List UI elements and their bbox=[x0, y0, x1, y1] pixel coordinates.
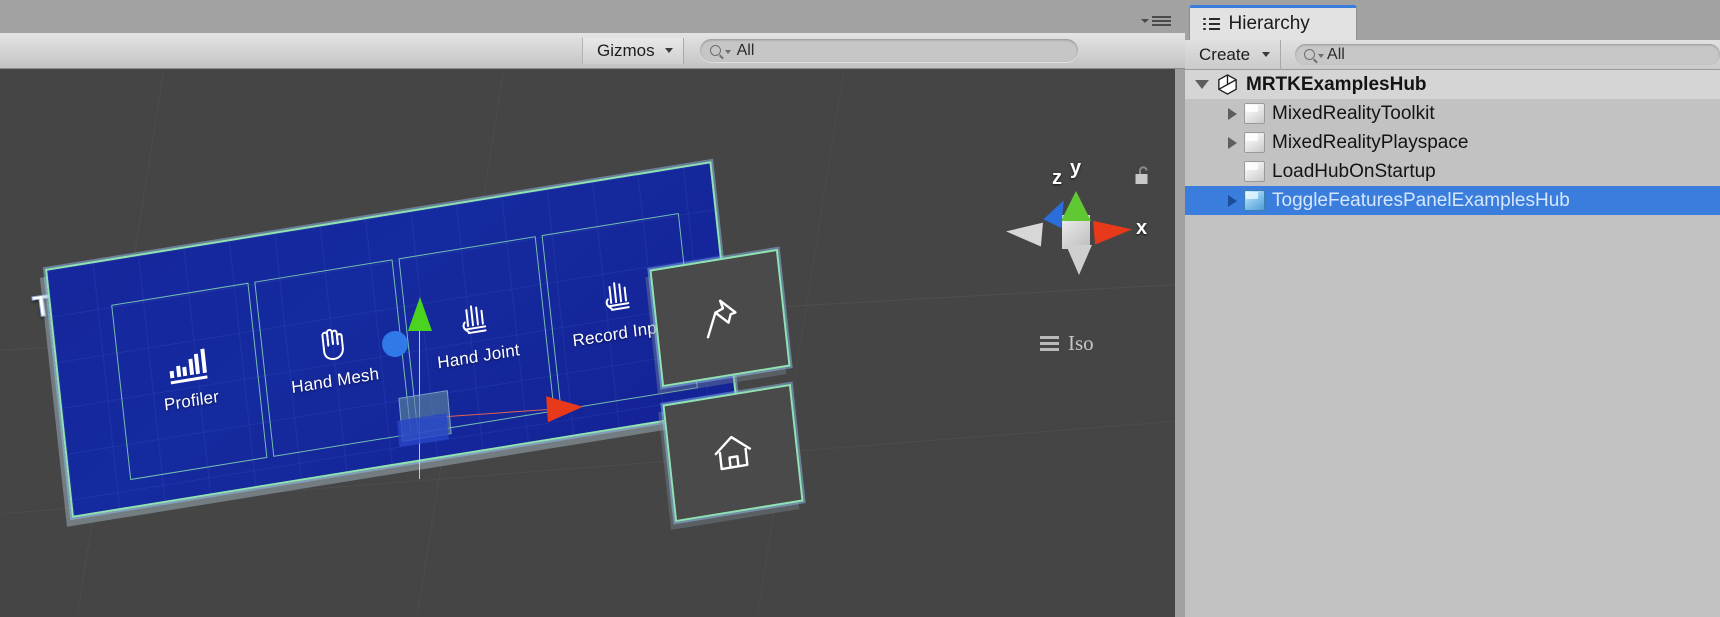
gizmo-axis-x-cone[interactable] bbox=[1093, 217, 1133, 245]
gizmo-x-handle[interactable] bbox=[546, 393, 584, 423]
gizmo-axis-neg-y-cone[interactable] bbox=[1066, 245, 1092, 275]
unity-scene-icon bbox=[1216, 73, 1239, 96]
scene-panel-top-strip bbox=[0, 0, 1185, 33]
axis-label-z[interactable]: z bbox=[1052, 167, 1062, 190]
prefab-cube-icon bbox=[1244, 190, 1265, 211]
hand-joints-icon bbox=[455, 300, 494, 340]
gameobject-cube-icon bbox=[1244, 132, 1265, 153]
projection-label: Iso bbox=[1068, 331, 1094, 355]
hand-joint-button-label: Hand Joint bbox=[436, 340, 521, 373]
home-icon bbox=[714, 435, 752, 471]
list-icon bbox=[1203, 17, 1220, 31]
scene-lock-toggle[interactable] bbox=[1135, 165, 1153, 187]
tab-hierarchy-label: Hierarchy bbox=[1228, 13, 1310, 34]
hierarchy-row[interactable]: ToggleFeaturesPanelExamplesHub bbox=[1185, 186, 1720, 215]
hierarchy-toolbar: Create All bbox=[1185, 39, 1720, 70]
gameobject-cube-icon bbox=[1244, 161, 1265, 182]
unlocked-padlock-icon bbox=[1135, 166, 1148, 184]
hamburger-icon bbox=[1040, 336, 1059, 351]
scene-search-placeholder: All bbox=[736, 41, 755, 59]
hamburger-icon bbox=[1152, 16, 1171, 26]
search-icon bbox=[709, 45, 721, 56]
bar-chart-icon bbox=[168, 348, 208, 385]
tab-hierarchy[interactable]: Hierarchy bbox=[1189, 5, 1357, 40]
gizmo-axis-neg-x-cone[interactable] bbox=[1005, 219, 1043, 247]
chevron-down-icon bbox=[1262, 52, 1271, 57]
twisty-placeholder bbox=[1228, 166, 1237, 178]
profiler-button-label: Profiler bbox=[163, 386, 220, 415]
hand-mesh-button[interactable]: Hand Mesh bbox=[254, 259, 412, 457]
scene-projection-toggle[interactable]: Iso bbox=[1040, 331, 1094, 356]
hierarchy-row[interactable]: MRTKExamplesHub bbox=[1185, 70, 1720, 99]
chevron-down-icon bbox=[664, 48, 673, 53]
chevron-right-icon[interactable] bbox=[1228, 194, 1237, 207]
create-button[interactable]: Create bbox=[1185, 39, 1282, 70]
chevron-down-icon bbox=[1318, 54, 1325, 58]
pin-icon bbox=[714, 299, 737, 324]
scene-view-viewport[interactable]: Toggle Features Profiler bbox=[0, 69, 1175, 617]
hand-joints-icon bbox=[598, 277, 637, 317]
axis-label-y[interactable]: y bbox=[1070, 157, 1081, 180]
hierarchy-tab-bar: Hierarchy bbox=[1185, 0, 1720, 40]
hand-icon bbox=[312, 323, 349, 364]
hierarchy-row-label: MixedRealityPlayspace bbox=[1272, 131, 1469, 153]
hierarchy-search-input[interactable]: All bbox=[1295, 44, 1720, 65]
gizmo-y-handle[interactable] bbox=[408, 297, 432, 331]
hierarchy-row[interactable]: MixedRealityToolkit bbox=[1185, 99, 1720, 128]
gizmos-label: Gizmos bbox=[597, 40, 655, 60]
scene-search-input[interactable]: All bbox=[699, 39, 1078, 62]
gizmos-dropdown-button[interactable]: Gizmos bbox=[582, 37, 684, 64]
hierarchy-row-label: MixedRealityToolkit bbox=[1272, 102, 1435, 124]
hierarchy-tree[interactable]: MRTKExamplesHub MixedRealityToolkit MixedR… bbox=[1185, 70, 1720, 617]
hierarchy-search-placeholder: All bbox=[1327, 45, 1345, 63]
search-icon bbox=[1304, 49, 1316, 60]
create-button-label: Create bbox=[1199, 44, 1251, 64]
scene-axis-gizmo[interactable]: z y x bbox=[1005, 155, 1150, 285]
profiler-button[interactable]: Profiler bbox=[111, 282, 268, 481]
gizmo-z-handle[interactable] bbox=[382, 331, 408, 357]
hierarchy-row-label: LoadHubOnStartup bbox=[1272, 160, 1436, 182]
hierarchy-row[interactable]: LoadHubOnStartup bbox=[1185, 157, 1720, 186]
hierarchy-row-label: ToggleFeaturesPanelExamplesHub bbox=[1272, 189, 1570, 211]
chevron-right-icon[interactable] bbox=[1228, 136, 1237, 149]
home-button[interactable] bbox=[662, 383, 804, 523]
hierarchy-row-label: MRTKExamplesHub bbox=[1246, 73, 1427, 95]
hand-mesh-button-label: Hand Mesh bbox=[290, 363, 381, 398]
chevron-down-icon[interactable] bbox=[1195, 80, 1209, 89]
axis-label-x[interactable]: x bbox=[1136, 217, 1147, 240]
hierarchy-panel: Hierarchy Create All MRTKExamplesHub Mixe… bbox=[1185, 0, 1720, 617]
gameobject-cube-icon bbox=[1244, 103, 1265, 124]
scene-view-toolbar: Gizmos All bbox=[0, 33, 1185, 69]
chevron-down-icon bbox=[1141, 19, 1149, 23]
chevron-down-icon bbox=[724, 50, 731, 54]
hierarchy-row[interactable]: MixedRealityPlayspace bbox=[1185, 128, 1720, 157]
pin-button[interactable] bbox=[649, 248, 791, 388]
scene-panel-menu-button[interactable] bbox=[1141, 14, 1175, 28]
chevron-right-icon[interactable] bbox=[1228, 107, 1237, 120]
